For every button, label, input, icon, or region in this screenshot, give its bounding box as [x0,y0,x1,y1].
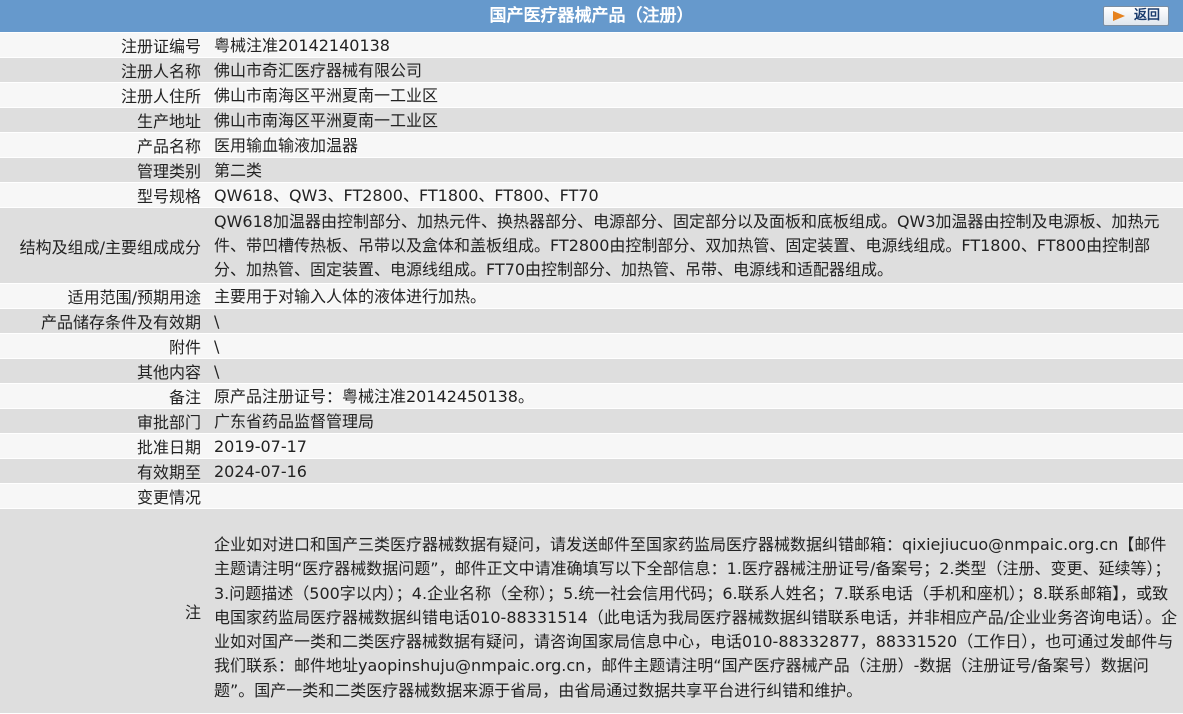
field-label: 注册人名称 [120,62,201,81]
field-value: 第二类 [214,161,263,180]
field-value: QW618、QW3、FT2800、FT1800、FT800、FT70 [214,186,599,205]
field-label: 产品名称 [136,137,201,156]
row-structure-composition: 结构及组成/主要组成成分 QW618加温器由控制部分、加热元件、换热器部分、电源… [0,208,1183,284]
row-registrant-name: 注册人名称 佛山市奇汇医疗器械有限公司 [0,58,1183,83]
back-button[interactable]: 返回 [1103,6,1169,26]
field-value: 粤械注准20142140138 [214,36,390,55]
field-label: 注 [184,603,201,622]
field-label: 附件 [168,338,201,357]
field-label: 批准日期 [136,438,201,457]
field-label: 适用范围/预期用途 [67,288,201,307]
field-value: 佛山市南海区平洲夏南一工业区 [214,86,439,105]
row-other-content: 其他内容 \ [0,359,1183,384]
field-value: 广东省药品监督管理局 [214,412,375,431]
page-header: 国产医疗器械产品（注册） 返回 [0,0,1183,33]
field-label: 变更情况 [136,488,201,507]
field-label: 结构及组成/主要组成成分 [19,237,201,257]
row-registration-number: 注册证编号 粤械注准20142140138 [0,33,1183,58]
row-change-history: 变更情况 [0,484,1183,509]
row-approval-date: 批准日期 2019-07-17 [0,434,1183,459]
row-storage-conditions: 产品储存条件及有效期 \ [0,309,1183,334]
page-title: 国产医疗器械产品（注册） [489,6,694,26]
field-label: 注册人住所 [120,87,201,106]
field-label: 注册证编号 [120,37,201,56]
field-value: 2024-07-16 [214,462,307,481]
row-intended-use: 适用范围/预期用途 主要用于对输入人体的液体进行加热。 [0,284,1183,309]
field-value: \ [214,362,220,381]
field-value: QW618加温器由控制部分、加热元件、换热器部分、电源部分、固定部分以及面板和底… [214,212,1160,279]
field-value: 佛山市南海区平洲夏南一工业区 [214,111,439,130]
field-label: 有效期至 [136,463,201,482]
row-valid-until: 有效期至 2024-07-16 [0,459,1183,484]
field-label: 备注 [168,388,201,407]
back-button-label: 返回 [1134,8,1161,23]
row-management-category: 管理类别 第二类 [0,158,1183,183]
field-value: 主要用于对输入人体的液体进行加热。 [214,287,487,306]
arrow-right-icon [1113,11,1125,21]
field-label: 其他内容 [136,363,201,382]
field-value: 佛山市奇汇医疗器械有限公司 [214,61,423,80]
field-value: 企业如对进口和国产三类医疗器械数据有疑问，请发送邮件至国家药监局医疗器械数据纠错… [214,535,1178,700]
detail-table: 注册证编号 粤械注准20142140138 注册人名称 佛山市奇汇医疗器械有限公… [0,33,1183,714]
field-label: 管理类别 [136,162,201,181]
row-note: 注 企业如对进口和国产三类医疗器械数据有疑问，请发送邮件至国家药监局医疗器械数据… [0,509,1183,714]
row-product-name: 产品名称 医用输血输液加温器 [0,133,1183,158]
field-label: 生产地址 [136,112,201,131]
field-label: 产品储存条件及有效期 [40,313,201,332]
row-remarks: 备注 原产品注册证号：粤械注准20142450138。 [0,384,1183,409]
field-label: 型号规格 [136,187,201,206]
field-value: \ [214,337,220,356]
row-registrant-address: 注册人住所 佛山市南海区平洲夏南一工业区 [0,83,1183,108]
field-value: 2019-07-17 [214,437,307,456]
field-value: 医用输血输液加温器 [214,136,359,155]
row-production-address: 生产地址 佛山市南海区平洲夏南一工业区 [0,108,1183,133]
row-approval-department: 审批部门 广东省药品监督管理局 [0,409,1183,434]
row-attachments: 附件 \ [0,334,1183,359]
row-model-spec: 型号规格 QW618、QW3、FT2800、FT1800、FT800、FT70 [0,183,1183,208]
field-value: 原产品注册证号：粤械注准20142450138。 [214,387,534,406]
field-value: \ [214,312,220,331]
field-value [207,484,1183,508]
field-label: 审批部门 [136,413,201,432]
